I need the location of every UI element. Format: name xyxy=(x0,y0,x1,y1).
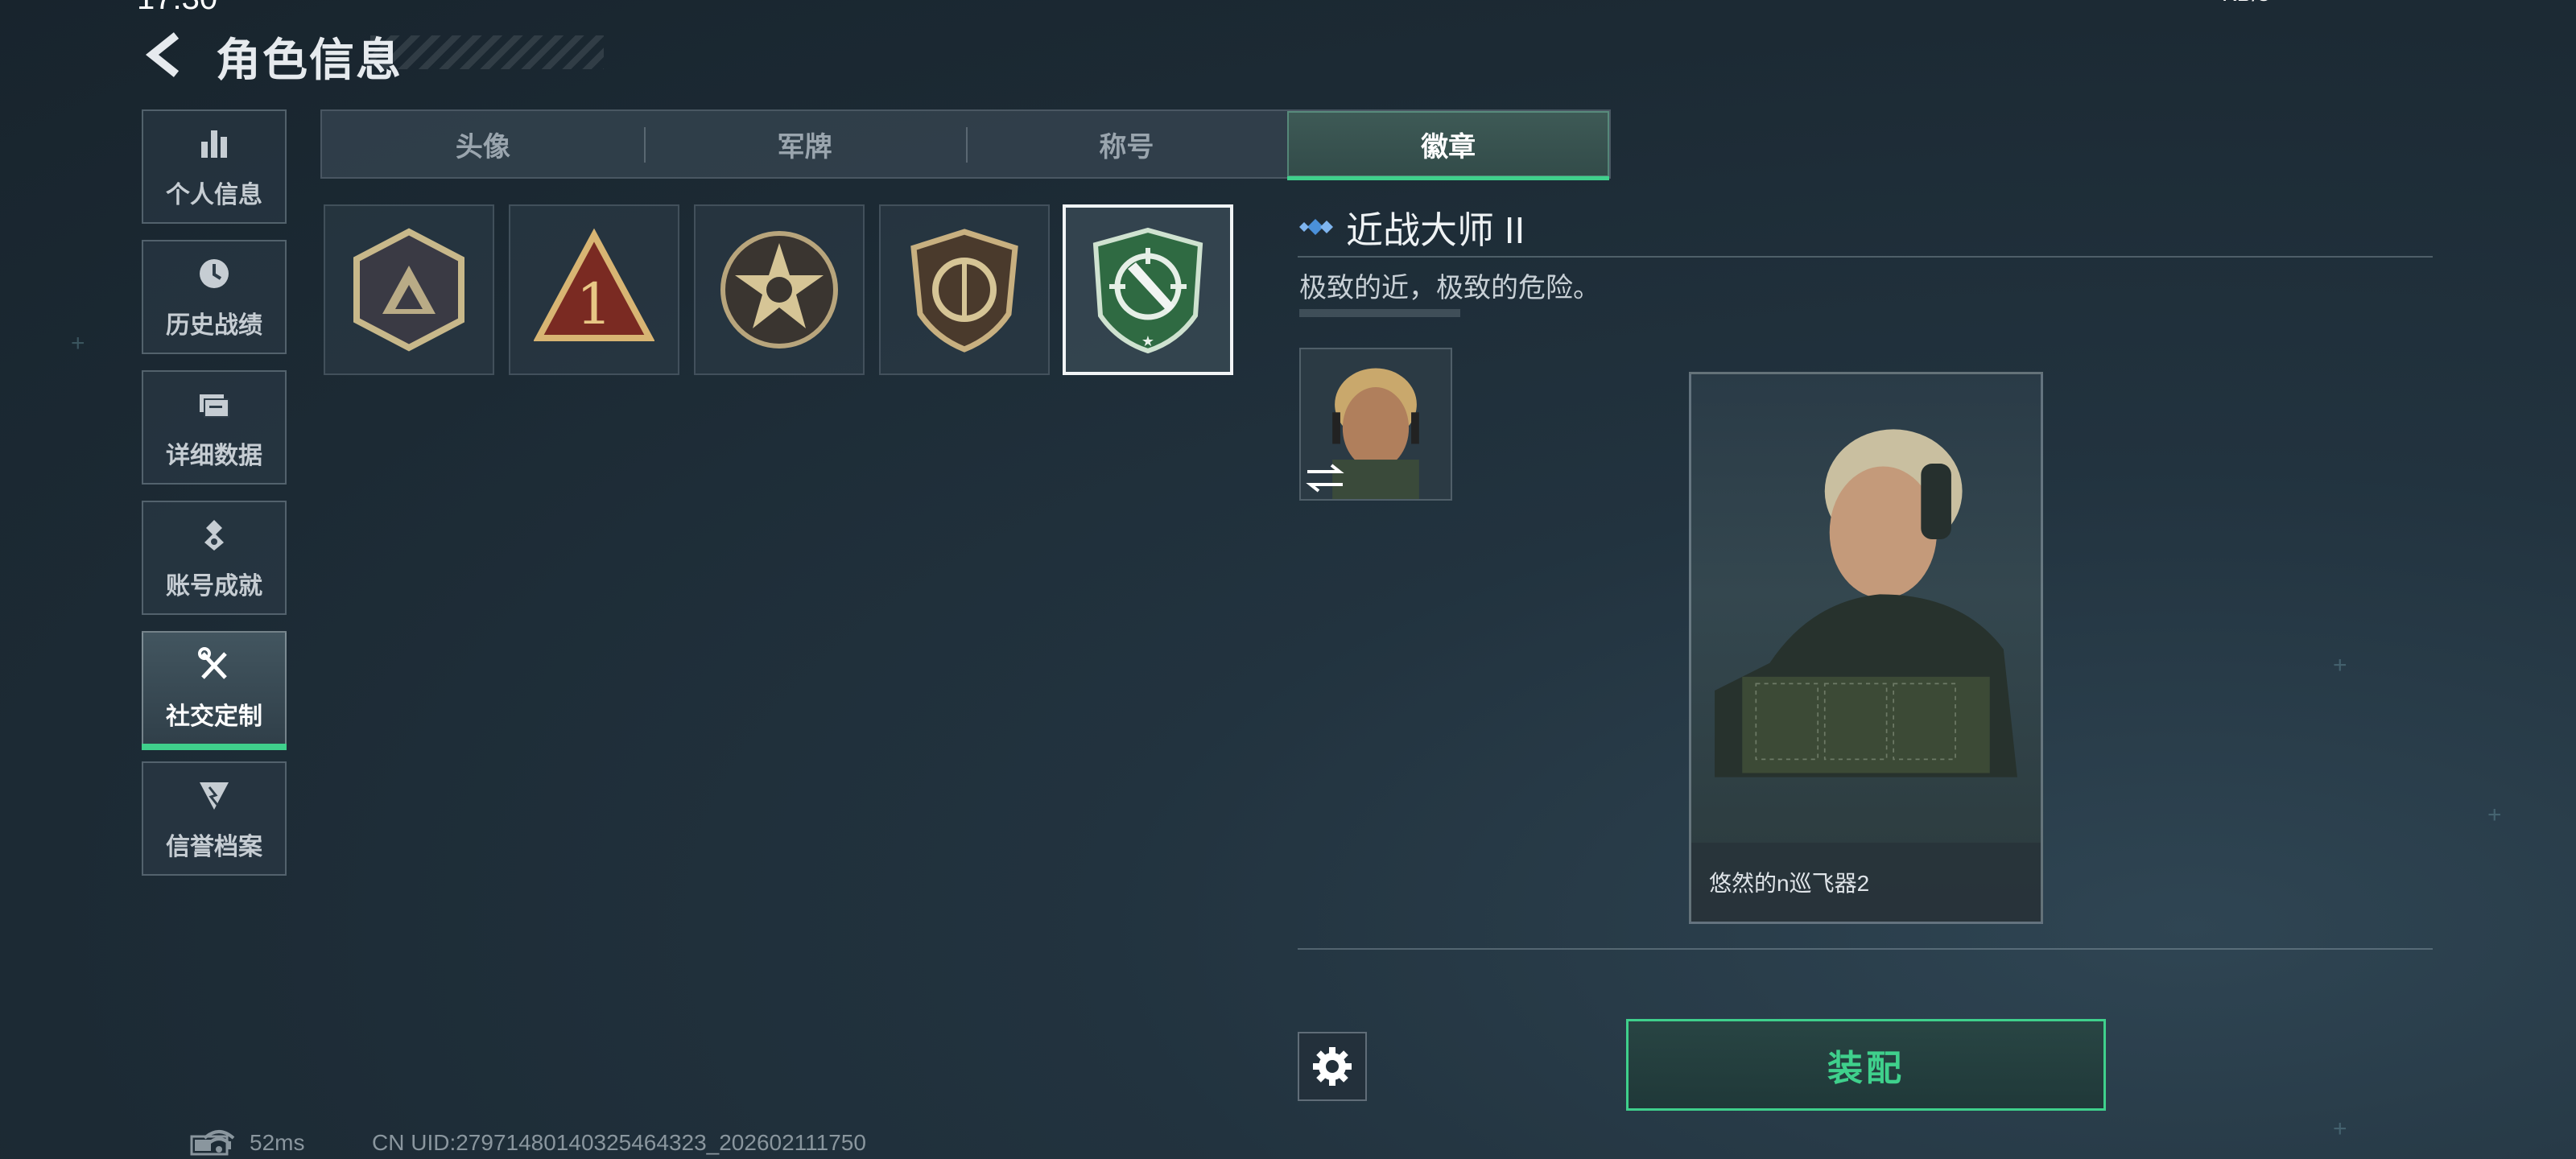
credibility-icon xyxy=(195,776,233,819)
star-skull-badge-icon xyxy=(720,231,838,349)
sidebar-item-label: 历史战绩 xyxy=(166,311,262,339)
sidebar-item-credibility[interactable]: 信誉档案 xyxy=(142,761,287,876)
back-button[interactable] xyxy=(141,31,189,79)
sidebar-item-achievements[interactable]: 账号成就 xyxy=(142,501,287,615)
svg-text:★: ★ xyxy=(1141,333,1154,349)
decoration-plus: + xyxy=(2333,1116,2347,1142)
bar-chart-icon xyxy=(195,124,233,167)
diamond-icon xyxy=(1299,219,1333,235)
gear-icon xyxy=(1313,1047,1352,1086)
sidebar-item-detailed-data[interactable]: 详细数据 xyxy=(142,370,287,485)
badge-item[interactable] xyxy=(324,204,494,375)
svg-text:1: 1 xyxy=(576,271,613,337)
divider xyxy=(1298,948,2433,950)
sidebar-item-label: 详细数据 xyxy=(166,442,262,469)
shield-badge-icon xyxy=(910,229,1018,353)
back-arrow-icon xyxy=(145,32,180,77)
tab-title[interactable]: 称号 xyxy=(965,111,1288,177)
swap-icon[interactable] xyxy=(1302,460,1348,496)
sidebar-item-personal-info[interactable]: 个人信息 xyxy=(142,109,287,224)
description-underline xyxy=(1299,309,1460,317)
sidebar-item-label: 个人信息 xyxy=(166,181,262,208)
tab-badge[interactable]: 徽章 xyxy=(1287,111,1609,180)
tools-icon xyxy=(195,645,233,688)
badge-item-selected[interactable]: ★ xyxy=(1063,204,1233,375)
hexagon-badge-icon xyxy=(353,228,464,352)
status-time: 17:30 xyxy=(137,0,217,17)
character-card[interactable]: 悠然的n巡飞器2 xyxy=(1689,372,2043,924)
badge-description: 极致的近，极致的危险。 xyxy=(1299,273,1600,303)
knife-crosshair-badge-icon: ★ xyxy=(1092,227,1203,354)
equip-button[interactable]: 装配 xyxy=(1626,1019,2106,1111)
badge-name: 近战大师 II xyxy=(1346,209,1525,251)
settings-button[interactable] xyxy=(1298,1032,1367,1101)
sidebar-item-label: 账号成就 xyxy=(166,572,262,600)
badge-item[interactable] xyxy=(879,204,1050,375)
sidebar-item-history[interactable]: 历史战绩 xyxy=(142,240,287,354)
decoration-plus: + xyxy=(71,330,85,357)
character-name: 悠然的n巡飞器2 xyxy=(1691,843,2041,922)
decoration-plus: + xyxy=(2487,802,2502,828)
folder-icon xyxy=(195,385,233,427)
achievement-icon xyxy=(195,515,233,558)
tab-avatar[interactable]: 头像 xyxy=(322,111,644,177)
network-speed: KB/s xyxy=(2222,0,2269,6)
tab-dog-tag[interactable]: 军牌 xyxy=(643,111,966,177)
sidebar-item-label: 社交定制 xyxy=(166,703,262,730)
sidebar-item-social-custom[interactable]: 社交定制 xyxy=(142,631,287,750)
sidebar-item-label: 信誉档案 xyxy=(166,833,262,860)
wifi-icon xyxy=(203,1130,235,1153)
decoration-plus: + xyxy=(2333,652,2347,678)
tab-bar: 头像 军牌 称号 徽章 xyxy=(320,109,1611,180)
uid-text: CN UID:27971480140325464323_202602111750 xyxy=(372,1130,866,1155)
title-decoration xyxy=(370,35,604,69)
triangle-badge-icon: 1 xyxy=(534,228,654,341)
character-portrait-image xyxy=(1715,429,2017,777)
ping-readout: 52ms xyxy=(250,1130,305,1155)
divider xyxy=(1298,256,2433,258)
badge-item[interactable] xyxy=(694,204,865,375)
clock-icon xyxy=(195,254,233,297)
badge-item[interactable]: 1 xyxy=(509,204,679,375)
